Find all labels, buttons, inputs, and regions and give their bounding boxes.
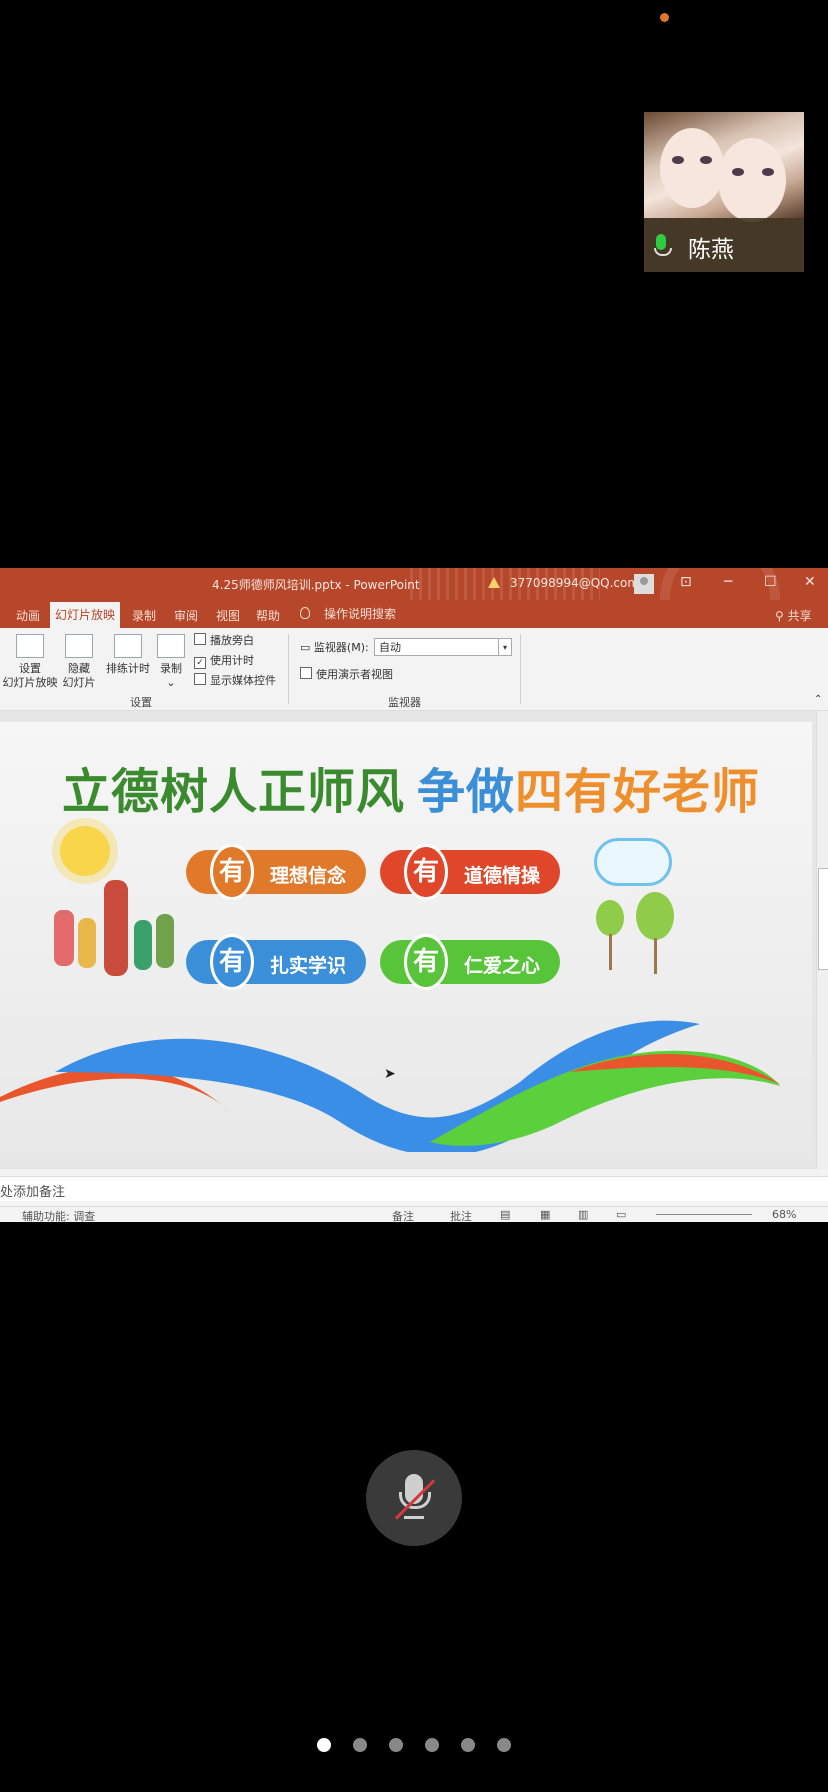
monitor-select[interactable]: 自动 ▾ [374, 638, 512, 656]
participant-avatar [644, 112, 804, 222]
shared-screen-powerpoint: 4.25师德师风培训.pptx - PowerPoint 377098994@Q… [0, 568, 828, 1222]
tab-view[interactable]: 视图 [216, 607, 240, 624]
dropdown-arrow-icon: ▾ [498, 639, 511, 655]
zoom-slider[interactable] [656, 1214, 752, 1215]
warning-icon[interactable] [488, 577, 500, 588]
hide-slide-button[interactable]: 隐藏 幻灯片 [60, 634, 98, 690]
participant-name: 陈燕 [688, 237, 734, 263]
minimize-icon[interactable]: ─ [724, 574, 732, 590]
tab-record[interactable]: 录制 [132, 607, 156, 624]
comments-toggle[interactable]: 批注 [450, 1208, 472, 1222]
slide-sorter-icon[interactable]: ▦ [540, 1208, 550, 1221]
title-bar: 4.25师德师风培训.pptx - PowerPoint 377098994@Q… [0, 568, 828, 658]
tree-illustration [636, 892, 674, 940]
recording-indicator-dot [660, 13, 669, 22]
monitor-icon: ▭ [300, 641, 311, 654]
badge-you: 有 [210, 844, 254, 900]
person-icon: ⚲ [775, 609, 784, 623]
collapse-ribbon-icon[interactable]: ⌃ [814, 694, 822, 705]
monitor-label: ▭ 监视器(M): [300, 641, 369, 654]
accessibility-status[interactable]: 辅助功能: 调查 [22, 1208, 95, 1222]
setup-slideshow-icon [16, 634, 44, 658]
tab-slide-show[interactable]: 幻灯片放映 [50, 602, 120, 628]
page-indicator-dot-4[interactable] [425, 1738, 439, 1752]
notes-pane[interactable]: 处添加备注 [0, 1176, 828, 1201]
slide-editing-area: 立德树人正师风 争做四有好老师 有 理想信念 有 道德情操 有 扎实学识 有 仁… [0, 711, 828, 1169]
lightbulb-icon [300, 607, 310, 619]
ribbon-slide-show: 设置 幻灯片放映 隐藏 幻灯片 排练计时 录制 ⌄ 播放旁白 ✓ 使用计时 显示媒… [0, 628, 828, 711]
mute-microphone-button[interactable] [366, 1450, 462, 1546]
sun-illustration [60, 826, 110, 876]
page-indicator-dot-6[interactable] [497, 1738, 511, 1752]
pill-ideals-and-beliefs: 有 理想信念 [186, 844, 366, 900]
user-avatar-icon[interactable] [634, 574, 654, 594]
presenter-view-checkbox[interactable]: 使用演示者视图 [300, 666, 393, 682]
share-label: 共享 [787, 609, 812, 623]
tab-help[interactable]: 帮助 [256, 607, 280, 624]
scrollbar-thumb[interactable] [818, 868, 828, 970]
tab-animations[interactable]: 动画 [16, 607, 40, 624]
ribbon-display-options-icon[interactable]: ⊡ [680, 574, 692, 590]
participant-name-bar: 陈燕 [644, 218, 804, 272]
record-icon [157, 634, 185, 658]
slide-heading: 立德树人正师风 争做四有好老师 [62, 764, 761, 820]
play-narrations-checkbox[interactable]: 播放旁白 [194, 632, 254, 648]
show-media-controls-checkbox[interactable]: 显示媒体控件 [194, 672, 276, 688]
status-bar: 辅助功能: 调查 备注 批注 ▤ ▦ ▥ ▭ 68% [0, 1206, 828, 1222]
chevron-down-icon: ⌄ [166, 676, 176, 689]
badge-you: 有 [404, 844, 448, 900]
close-icon[interactable]: ✕ [804, 574, 816, 590]
page-indicator-dot-1[interactable] [317, 1738, 331, 1752]
ribbon-tabs: 动画 幻灯片放映 录制 审阅 视图 帮助 操作说明搜索 ⚲ 共享 [0, 600, 828, 628]
mouse-cursor-icon: ➤ [384, 1066, 396, 1082]
tree-illustration [596, 900, 624, 936]
share-button[interactable]: ⚲ 共享 [775, 607, 812, 624]
cloud-illustration [594, 838, 672, 886]
tab-review[interactable]: 审阅 [174, 607, 198, 624]
reading-view-icon[interactable]: ▥ [578, 1208, 588, 1221]
slideshow-view-icon[interactable]: ▭ [616, 1208, 626, 1221]
zoom-level[interactable]: 68% [772, 1208, 796, 1221]
group-label-setup: 设置 [130, 696, 152, 709]
use-timings-checkbox[interactable]: ✓ 使用计时 [194, 652, 254, 669]
tell-me-search[interactable]: 操作说明搜索 [300, 605, 396, 622]
page-indicator-dot-2[interactable] [353, 1738, 367, 1752]
hide-slide-icon [65, 634, 93, 658]
notes-placeholder: 处添加备注 [0, 1185, 66, 1200]
record-button[interactable]: 录制 ⌄ [154, 634, 188, 690]
stopwatch-icon [114, 634, 142, 658]
pill-moral-sentiment: 有 道德情操 [380, 844, 560, 900]
group-label-monitors: 监视器 [388, 696, 421, 709]
current-slide[interactable]: 立德树人正师风 争做四有好老师 有 理想信念 有 道德情操 有 扎实学识 有 仁… [0, 722, 812, 1159]
participant-video-tile[interactable]: 陈燕 [644, 112, 804, 272]
notes-toggle[interactable]: 备注 [392, 1208, 414, 1222]
maximize-icon[interactable]: ☐ [764, 574, 777, 590]
normal-view-icon[interactable]: ▤ [500, 1208, 510, 1221]
decorative-waves [0, 1020, 780, 1152]
page-indicator-dot-5[interactable] [461, 1738, 475, 1752]
account-email[interactable]: 377098994@QQ.com [510, 576, 639, 590]
setup-slide-show-button[interactable]: 设置 幻灯片放映 [2, 634, 58, 690]
document-title: 4.25师德师风培训.pptx - PowerPoint [212, 578, 420, 592]
page-indicator-dot-3[interactable] [389, 1738, 403, 1752]
tell-me-label: 操作说明搜索 [324, 607, 397, 621]
rehearse-timings-button[interactable]: 排练计时 [104, 634, 152, 676]
